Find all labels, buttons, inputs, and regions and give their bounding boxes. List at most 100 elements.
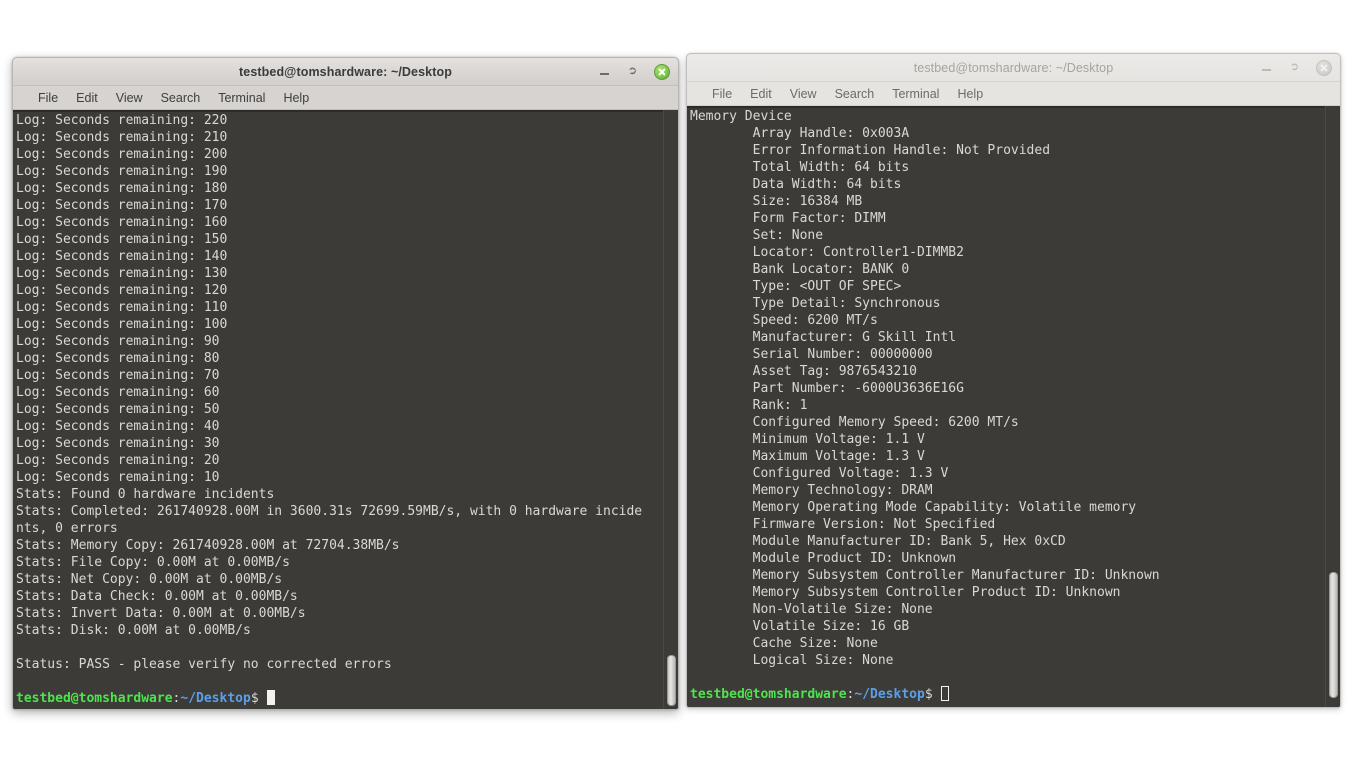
close-icon: [654, 63, 670, 80]
terminal-line: Memory Operating Mode Capability: Volati…: [690, 500, 1137, 515]
scrollbar-thumb-left[interactable]: [667, 655, 676, 706]
terminal-area-right[interactable]: Memory Device Array Handle: 0x003A Error…: [687, 106, 1340, 707]
terminal-line: Locator: Controller1-DIMMB2: [690, 245, 964, 260]
terminal-line: Error Information Handle: Not Provided: [690, 143, 1051, 158]
terminal-window-right[interactable]: testbed@tomshardware: ~/Desktop ➲ File E…: [686, 53, 1341, 708]
terminal-line: Memory Subsystem Controller Product ID: …: [690, 585, 1121, 600]
close-icon: [1316, 59, 1332, 76]
scrollbar-thumb-right[interactable]: [1329, 571, 1338, 698]
terminal-line: Stats: Found 0 hardware incidents: [16, 487, 275, 502]
terminal-line: Configured Memory Speed: 6200 MT/s: [690, 415, 1019, 430]
terminal-line: Set: None: [690, 228, 824, 243]
window-controls-right: ➲: [1258, 54, 1332, 81]
close-button-left[interactable]: [654, 63, 670, 80]
terminal-line: Speed: 6200 MT/s: [690, 313, 878, 328]
terminal-line: Volatile Size: 16 GB: [690, 619, 910, 634]
terminal-line: Type: <OUT OF SPEC>: [690, 279, 902, 294]
titlebar-left[interactable]: testbed@tomshardware: ~/Desktop ➲: [13, 58, 678, 86]
terminal-line: Log: Seconds remaining: 60: [16, 385, 220, 400]
terminal-line: nts, 0 errors: [16, 521, 118, 536]
terminal-line: Memory Subsystem Controller Manufacturer…: [690, 568, 1160, 583]
text-cursor: [940, 686, 949, 701]
close-button-right[interactable]: [1316, 59, 1332, 76]
menubar-right: File Edit View Search Terminal Help: [687, 82, 1340, 106]
terminal-line: Log: Seconds remaining: 10: [16, 470, 220, 485]
maximize-button-right[interactable]: ➲: [1287, 60, 1303, 76]
terminal-line: Log: Seconds remaining: 180: [16, 181, 228, 196]
terminal-line: Log: Seconds remaining: 140: [16, 249, 228, 264]
terminal-line: Status: PASS - please verify no correcte…: [16, 657, 392, 672]
minimize-button-left[interactable]: [596, 64, 612, 80]
restore-icon: ➲: [1289, 60, 1301, 74]
terminal-line: Manufacturer: G Skill Intl: [690, 330, 957, 345]
terminal-window-left[interactable]: testbed@tomshardware: ~/Desktop ➲ File E…: [12, 57, 679, 710]
menu-item-terminal[interactable]: Terminal: [883, 85, 948, 103]
window-controls-left: ➲: [596, 58, 670, 85]
terminal-line: Memory Device: [690, 109, 792, 124]
terminal-line: Log: Seconds remaining: 200: [16, 147, 228, 162]
menu-item-edit[interactable]: Edit: [741, 85, 781, 103]
menu-item-view[interactable]: View: [781, 85, 826, 103]
terminal-line: Total Width: 64 bits: [690, 160, 910, 175]
terminal-line: Array Handle: 0x003A: [690, 126, 910, 141]
terminal-output-right[interactable]: Memory Device Array Handle: 0x003A Error…: [687, 106, 1325, 707]
terminal-line: Log: Seconds remaining: 40: [16, 419, 220, 434]
terminal-line: Log: Seconds remaining: 210: [16, 130, 228, 145]
menu-item-search[interactable]: Search: [152, 89, 210, 107]
terminal-line: Size: 16384 MB: [690, 194, 863, 209]
scrollbar-left[interactable]: [663, 110, 678, 709]
terminal-line: Stats: Data Check: 0.00M at 0.00MB/s: [16, 589, 298, 604]
terminal-line: Log: Seconds remaining: 130: [16, 266, 228, 281]
prompt-user-host: testbed@tomshardware: [16, 691, 173, 706]
menu-item-file[interactable]: File: [703, 85, 741, 103]
terminal-line: Stats: Memory Copy: 261740928.00M at 727…: [16, 538, 400, 553]
terminal-line: Stats: Completed: 261740928.00M in 3600.…: [16, 504, 643, 519]
terminal-line: Cache Size: None: [690, 636, 878, 651]
terminal-line: Bank Locator: BANK 0: [690, 262, 910, 277]
menu-item-terminal[interactable]: Terminal: [209, 89, 274, 107]
terminal-line: Configured Voltage: 1.3 V: [690, 466, 949, 481]
terminal-line: Stats: Disk: 0.00M at 0.00MB/s: [16, 623, 251, 638]
terminal-line: Maximum Voltage: 1.3 V: [690, 449, 925, 464]
terminal-line: Log: Seconds remaining: 70: [16, 368, 220, 383]
prompt-dollar: $: [250, 691, 259, 706]
window-title-right: testbed@tomshardware: ~/Desktop: [913, 60, 1114, 75]
shell-prompt[interactable]: testbed@tomshardware:~/Desktop$: [690, 686, 1325, 703]
terminal-line: Log: Seconds remaining: 20: [16, 453, 220, 468]
terminal-area-left[interactable]: Log: Seconds remaining: 220 Log: Seconds …: [13, 110, 678, 709]
shell-prompt[interactable]: testbed@tomshardware:~/Desktop$: [16, 690, 663, 707]
menu-item-help[interactable]: Help: [948, 85, 992, 103]
minimize-icon: [599, 73, 609, 75]
terminal-line: Type Detail: Synchronous: [690, 296, 941, 311]
terminal-line: Module Product ID: Unknown: [690, 551, 957, 566]
terminal-line: Log: Seconds remaining: 30: [16, 436, 220, 451]
terminal-line: Log: Seconds remaining: 80: [16, 351, 220, 366]
terminal-line: Log: Seconds remaining: 100: [16, 317, 228, 332]
terminal-line: Memory Technology: DRAM: [690, 483, 933, 498]
terminal-line: Log: Seconds remaining: 220: [16, 113, 228, 128]
terminal-line: Log: Seconds remaining: 190: [16, 164, 228, 179]
menu-item-edit[interactable]: Edit: [67, 89, 107, 107]
terminal-line: Data Width: 64 bits: [690, 177, 902, 192]
scrollbar-right[interactable]: [1325, 106, 1340, 707]
maximize-button-left[interactable]: ➲: [625, 64, 641, 80]
terminal-output-left[interactable]: Log: Seconds remaining: 220 Log: Seconds …: [13, 110, 663, 709]
menu-item-help[interactable]: Help: [274, 89, 318, 107]
terminal-line: Stats: Net Copy: 0.00M at 0.00MB/s: [16, 572, 283, 587]
terminal-line: Log: Seconds remaining: 90: [16, 334, 220, 349]
restore-icon: ➲: [627, 64, 639, 78]
prompt-path: ~/Desktop: [854, 687, 925, 702]
terminal-line: Log: Seconds remaining: 110: [16, 300, 228, 315]
titlebar-right[interactable]: testbed@tomshardware: ~/Desktop ➲: [687, 54, 1340, 82]
terminal-line: Log: Seconds remaining: 120: [16, 283, 228, 298]
menu-item-view[interactable]: View: [107, 89, 152, 107]
terminal-line: Asset Tag: 9876543210: [690, 364, 917, 379]
terminal-line: Logical Size: None: [690, 653, 894, 668]
menu-item-file[interactable]: File: [29, 89, 67, 107]
menu-item-search[interactable]: Search: [826, 85, 884, 103]
minimize-button-right[interactable]: [1258, 60, 1274, 76]
terminal-line: Non-Volatile Size: None: [690, 602, 933, 617]
terminal-line: Stats: Invert Data: 0.00M at 0.00MB/s: [16, 606, 306, 621]
